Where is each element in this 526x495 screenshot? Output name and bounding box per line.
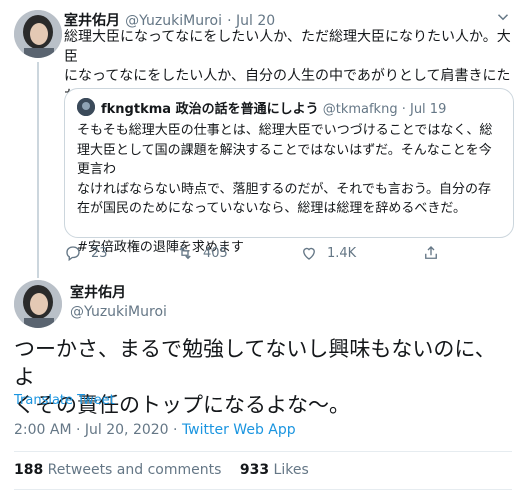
- like-button[interactable]: 1.4K: [300, 244, 356, 262]
- avatar-image: [14, 280, 62, 328]
- separator-dot: ·: [227, 13, 236, 29]
- separator-dot: ·: [401, 102, 410, 117]
- avatar[interactable]: [14, 280, 62, 328]
- tweet-stats: 188 Retweets and comments 933 Likes: [14, 462, 309, 478]
- quote-author-handle: @tkmafkng: [322, 102, 398, 117]
- likes-label: Likes: [269, 462, 309, 478]
- tweet-date[interactable]: Jul 20: [236, 13, 275, 29]
- divider: [14, 451, 512, 452]
- translate-tweet-link[interactable]: Translate Tweet: [14, 393, 115, 408]
- quote-text: そもそも総理大臣の仕事とは、総理大臣でいつづけることではなく、総 理大臣として国…: [77, 123, 493, 255]
- thread-connector: [37, 268, 39, 278]
- reply-button[interactable]: 23: [64, 244, 108, 262]
- likes-count: 933: [239, 462, 270, 478]
- author-name[interactable]: 室井佑月: [70, 282, 167, 302]
- tweet1-header: 室井佑月 @YuzukiMuroi · Jul 20: [64, 10, 275, 30]
- reply-count: 23: [91, 245, 108, 261]
- quote-avatar: [77, 98, 95, 116]
- thread-line: [37, 62, 39, 272]
- source-link[interactable]: Twitter Web App: [182, 422, 296, 438]
- retweet-button[interactable]: 405: [176, 244, 228, 262]
- quote-header: fkngtkma 政治の話を普通にしよう @tkmafkng · Jul 19: [101, 98, 446, 117]
- quote-author-name: fkngtkma 政治の話を普通にしよう: [101, 102, 319, 117]
- retweet-count: 405: [203, 245, 228, 261]
- heart-icon: [303, 247, 315, 260]
- author-handle[interactable]: @YuzukiMuroi: [70, 304, 167, 320]
- retweets-count: 188: [14, 462, 44, 478]
- avatar-image: [14, 10, 62, 58]
- like-count: 1.4K: [327, 245, 357, 261]
- share-icon: [425, 246, 437, 259]
- tweet-metadata: 2:00 AM · Jul 20, 2020 · Twitter Web App: [14, 422, 296, 438]
- author-name[interactable]: 室井佑月: [64, 13, 120, 29]
- more-icon[interactable]: [494, 8, 512, 30]
- tweet2-header: 室井佑月 @YuzukiMuroi: [70, 282, 167, 320]
- share-button[interactable]: [422, 244, 449, 262]
- retweets-label: Retweets and comments: [43, 462, 222, 478]
- reply-icon: [66, 246, 80, 262]
- quoted-tweet[interactable]: fkngtkma 政治の話を普通にしよう @tkmafkng · Jul 19 …: [64, 88, 514, 255]
- likes-stat[interactable]: 933 Likes: [240, 462, 309, 478]
- quote-date: Jul 19: [409, 102, 447, 117]
- author-handle[interactable]: @YuzukiMuroi: [125, 13, 222, 29]
- timestamp[interactable]: 2:00 AM · Jul 20, 2020 ·: [14, 422, 182, 438]
- retweets-stat[interactable]: 188 Retweets and comments: [14, 462, 221, 478]
- divider: [14, 489, 512, 490]
- retweet-icon: [179, 246, 191, 260]
- avatar[interactable]: [14, 10, 62, 58]
- tweet1-actions: 23 405 1.4K: [64, 244, 444, 264]
